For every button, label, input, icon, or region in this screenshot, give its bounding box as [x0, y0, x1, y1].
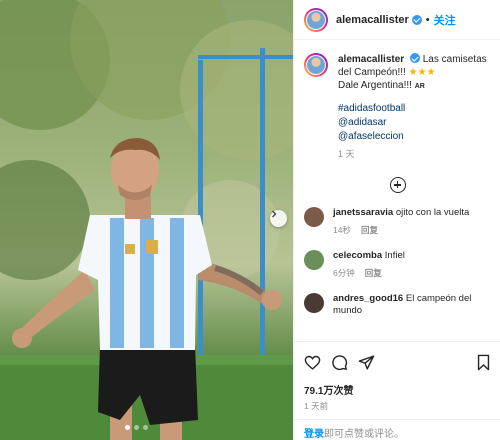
login-prompt-text: 即可点赞或评论。	[324, 429, 404, 440]
comment-item: janetssaravia ojito con la vuelta 14秒 回复	[304, 207, 491, 236]
verified-icon	[411, 14, 422, 25]
comment-time: 6分钟	[333, 268, 355, 278]
caption-time: 1 天	[338, 149, 355, 159]
follow-separator: •	[425, 13, 430, 26]
comment-button[interactable]	[331, 354, 348, 371]
like-count[interactable]: 79.1万次赞	[304, 382, 491, 397]
caption-avatar[interactable]	[304, 53, 328, 77]
mention-link-afaseleccion[interactable]: @afaseleccion	[338, 130, 488, 144]
comment-text: ojito con la vuelta	[395, 207, 470, 218]
comment-time: 14秒	[333, 225, 351, 235]
bookmark-icon	[477, 354, 490, 370]
follow-button[interactable]: 关注	[434, 12, 456, 28]
comment-icon	[332, 354, 348, 370]
chevron-right-icon	[272, 210, 277, 218]
share-icon	[358, 354, 375, 370]
mention-link-adidasar[interactable]: @adidasar	[338, 116, 488, 130]
share-button[interactable]	[358, 354, 375, 371]
caption-stars: ★★★	[408, 67, 436, 78]
post-side-panel: alemacallister • 关注 alemacallister Las c…	[293, 0, 500, 440]
comment-avatar[interactable]	[304, 250, 324, 270]
caption-username[interactable]: alemacallister	[338, 54, 404, 65]
comment-item: celecomba Infiel 6分钟 回复	[304, 250, 491, 279]
flag-tag: AR	[414, 83, 425, 90]
author-username[interactable]: alemacallister	[336, 14, 409, 26]
comment-username[interactable]: celecomba	[333, 250, 382, 261]
carousel-dot-active	[125, 425, 130, 430]
comment-username[interactable]: andres_good16	[333, 293, 403, 304]
verified-icon	[409, 53, 420, 63]
reply-button[interactable]: 回复	[365, 267, 382, 279]
login-link[interactable]: 登录	[304, 429, 324, 440]
hashtag-link[interactable]: #adidasfootball	[338, 102, 488, 116]
save-button[interactable]	[476, 354, 491, 371]
caption-text-line2: Dale Argentina!!!	[338, 80, 412, 91]
post-header: alemacallister • 关注	[294, 0, 500, 40]
post-date: 1 天前	[304, 401, 329, 411]
comment-item: andres_good16 El campeón del mundo	[304, 293, 491, 317]
comment-username[interactable]: janetssaravia	[333, 207, 393, 218]
reply-button[interactable]: 回复	[361, 224, 378, 236]
post-actions: 79.1万次赞 1 天前	[294, 341, 500, 412]
photo-scene	[0, 0, 293, 440]
heart-icon	[304, 355, 321, 370]
like-button[interactable]	[304, 354, 321, 371]
comments-area[interactable]: alemacallister Las camisetas del Campeón…	[294, 41, 500, 341]
author-avatar[interactable]	[304, 7, 328, 32]
carousel-dot	[143, 425, 148, 430]
comment-avatar[interactable]	[304, 293, 324, 313]
comment-text: Infiel	[384, 250, 405, 261]
comment-avatar[interactable]	[304, 207, 324, 227]
next-photo-button[interactable]	[270, 210, 287, 227]
login-prompt: 登录即可点赞或评论。	[294, 419, 500, 440]
post-caption: alemacallister Las camisetas del Campeón…	[304, 53, 491, 161]
carousel-dot	[134, 425, 139, 430]
carousel-dots	[125, 425, 148, 430]
post-photo[interactable]	[0, 0, 293, 440]
plus-circle-icon[interactable]	[389, 177, 406, 193]
